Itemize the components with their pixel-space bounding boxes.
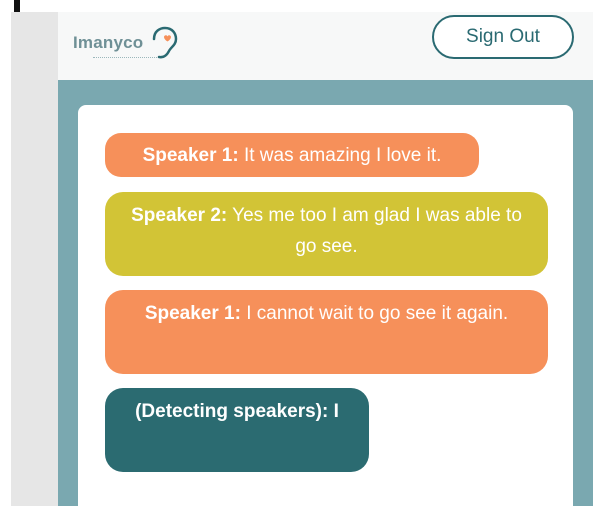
utterance-text: Yes me too I am glad I was able to go se… (227, 205, 522, 257)
ear-heart-icon (152, 26, 178, 59)
speaker-label: Speaker 2: (131, 205, 228, 226)
utterance-text: I cannot wait to go see it again. (240, 303, 509, 324)
sign-out-button[interactable]: Sign Out (432, 15, 574, 59)
speaker-label: Speaker 1: (142, 144, 239, 166)
app-screen: Imanyco Sign Out Speaker 1: It was amazi… (58, 12, 593, 525)
speaker-label: (Detecting speakers): (135, 401, 329, 422)
transcript-bubble: Speaker 1: It was amazing I love it. (105, 133, 479, 177)
transcript-bubble: Speaker 1: I cannot wait to go see it ag… (105, 290, 548, 374)
transcript-bubble-detecting: (Detecting speakers): I (105, 388, 369, 472)
utterance-text: It was amazing I love it. (238, 144, 442, 166)
logo[interactable]: Imanyco (73, 25, 193, 69)
utterance-text: I (328, 401, 339, 422)
device-frame: Imanyco Sign Out Speaker 1: It was amazi… (11, 12, 593, 525)
logo-text: Imanyco (73, 33, 144, 52)
speaker-label: Speaker 1: (144, 303, 241, 324)
app-header: Imanyco Sign Out (58, 12, 593, 80)
transcript-bubble: Speaker 2: Yes me too I am glad I was ab… (105, 192, 548, 276)
transcript-card: Speaker 1: It was amazing I love it. Spe… (78, 105, 573, 525)
